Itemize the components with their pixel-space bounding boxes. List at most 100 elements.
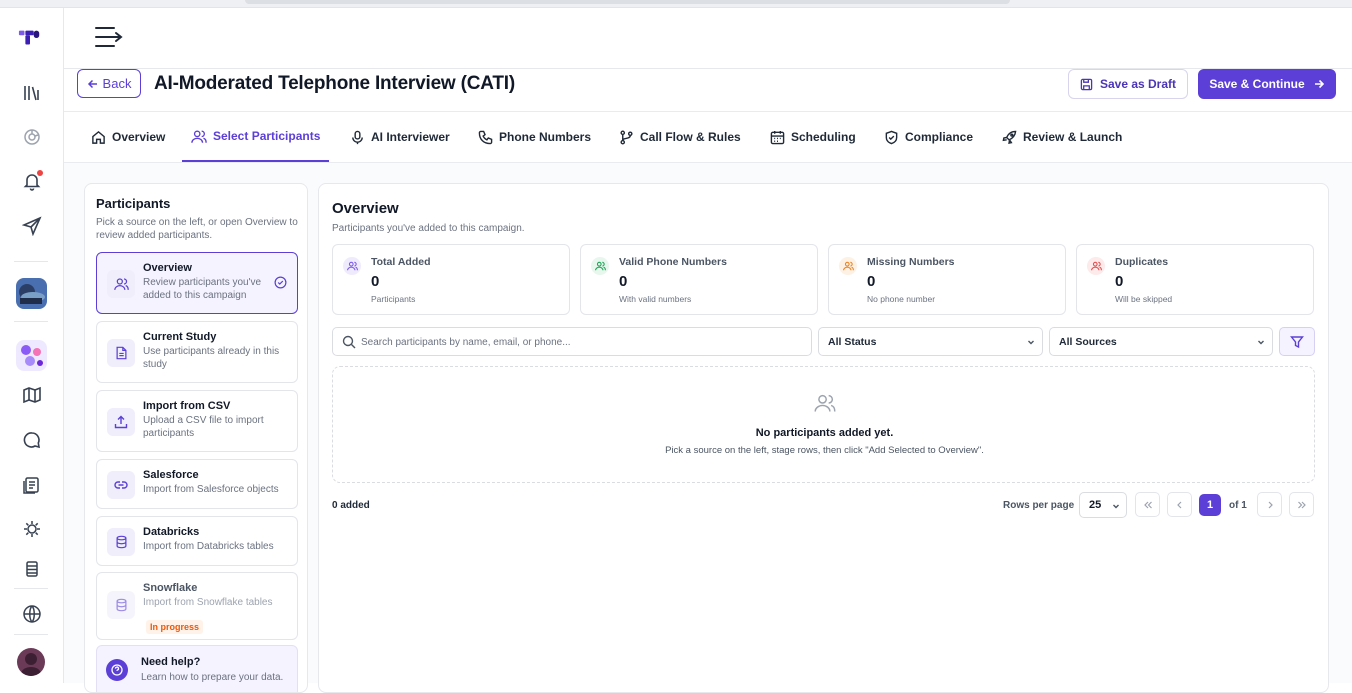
source-filter-value: All Sources <box>1059 335 1117 348</box>
source-databricks[interactable]: Databricks Import from Databricks tables <box>96 516 298 566</box>
chevron-right-icon <box>1268 501 1273 508</box>
tab-call-flow-rules[interactable]: Call Flow & Rules <box>610 112 750 162</box>
chevron-left-icon <box>1176 501 1181 508</box>
main-content: Back AI-Moderated Telephone Interview (C… <box>64 69 1352 693</box>
tab-scheduling[interactable]: Scheduling <box>761 112 865 162</box>
workspace-avatar-2[interactable] <box>16 340 47 371</box>
source-desc: Import from Snowflake tables <box>143 597 273 608</box>
next-page-button[interactable] <box>1257 492 1282 517</box>
source-title: Snowflake <box>143 582 198 594</box>
chart-pie-icon[interactable] <box>20 125 44 149</box>
top-bar <box>64 8 1352 69</box>
page-header: Back AI-Moderated Telephone Interview (C… <box>64 69 1352 112</box>
overview-panel: Overview Participants you've added to th… <box>318 183 1329 693</box>
rail-divider <box>14 261 48 262</box>
database-icon[interactable] <box>20 557 44 581</box>
stat-total-added: Total Added 0 Participants <box>332 244 570 315</box>
tab-label: Select Participants <box>213 129 321 143</box>
source-desc: Use participants already in this study <box>143 346 280 370</box>
empty-state: No participants added yet. Pick a source… <box>332 366 1315 483</box>
stat-label: Valid Phone Numbers <box>619 256 727 268</box>
workspace-avatar-1[interactable] <box>16 278 47 309</box>
save-icon <box>1080 78 1093 90</box>
tab-overview[interactable]: Overview <box>82 112 174 162</box>
globe-icon[interactable] <box>20 602 44 626</box>
send-icon[interactable] <box>20 214 44 238</box>
first-page-button[interactable] <box>1135 492 1160 517</box>
upload-icon <box>107 408 135 436</box>
rows-per-page-label: Rows per page <box>1003 500 1075 511</box>
users-icon <box>343 257 361 275</box>
brand-logo-icon[interactable] <box>18 26 42 50</box>
source-title: Current Study <box>143 331 217 343</box>
app-rail <box>0 8 64 683</box>
last-page-button[interactable] <box>1289 492 1314 517</box>
git-branch-icon <box>620 130 633 144</box>
tab-select-participants[interactable]: Select Participants <box>182 112 330 162</box>
source-import-csv[interactable]: Import from CSV Upload a CSV file to imp… <box>96 390 298 452</box>
overview-subtitle: Participants you've added to this campai… <box>332 223 525 234</box>
ai-settings-icon[interactable] <box>20 517 44 541</box>
tab-phone-numbers[interactable]: Phone Numbers <box>469 112 600 162</box>
stat-label: Missing Numbers <box>867 256 955 268</box>
rows-per-page-select[interactable]: 25 <box>1079 492 1127 518</box>
source-filter-select[interactable]: All Sources <box>1049 327 1273 356</box>
source-current-study[interactable]: Current Study Use participants already i… <box>96 321 298 383</box>
source-title: Salesforce <box>143 469 199 481</box>
tab-ai-interviewer[interactable]: AI Interviewer <box>341 112 459 162</box>
search-input[interactable] <box>361 332 801 352</box>
collapse-menu-icon[interactable] <box>94 24 124 52</box>
participants-title: Participants <box>96 196 171 211</box>
bell-icon[interactable] <box>20 169 44 193</box>
database-icon <box>107 591 135 619</box>
users-icon <box>191 130 207 143</box>
stat-value: 0 <box>1115 273 1124 290</box>
back-label: Back <box>102 76 132 91</box>
tab-label: Phone Numbers <box>499 130 592 144</box>
source-title: Overview <box>143 262 192 274</box>
user-avatar[interactable] <box>17 648 45 676</box>
source-desc: Review participants you've added to this… <box>143 277 262 301</box>
question-icon <box>106 659 128 681</box>
empty-title: No participants added yet. <box>755 427 894 439</box>
save-draft-button[interactable]: Save as Draft <box>1068 69 1188 99</box>
search-icon <box>342 335 356 349</box>
users-icon <box>1087 257 1105 275</box>
save-continue-button[interactable]: Save & Continue <box>1198 69 1336 99</box>
library-icon[interactable] <box>20 81 44 105</box>
chevrons-right-icon <box>1297 501 1306 508</box>
stat-label: Total Added <box>371 256 431 268</box>
source-desc: Upload a CSV file to import participants <box>143 415 264 439</box>
need-help-card[interactable]: Need help? Learn how to prepare your dat… <box>96 645 298 692</box>
users-icon <box>107 270 135 298</box>
map-icon[interactable] <box>20 383 44 407</box>
filter-button[interactable] <box>1279 327 1315 356</box>
stat-value: 0 <box>619 273 628 290</box>
address-bar-edge <box>245 0 1010 4</box>
chevron-down-icon <box>1256 337 1266 347</box>
rocket-icon <box>1002 130 1017 144</box>
documents-icon[interactable] <box>20 473 44 497</box>
tab-label: Compliance <box>905 130 974 144</box>
chat-bubble-icon[interactable] <box>20 428 44 452</box>
save-draft-label: Save as Draft <box>1099 77 1177 91</box>
source-overview[interactable]: Overview Review participants you've adde… <box>96 252 298 314</box>
stat-caption: With valid numbers <box>619 294 692 304</box>
source-snowflake[interactable]: Snowflake Import from Snowflake tables I… <box>96 572 298 640</box>
added-count: 0 added <box>332 500 370 511</box>
chevrons-left-icon <box>1143 501 1152 508</box>
tab-review-launch[interactable]: Review & Launch <box>993 112 1131 162</box>
stat-valid-phone-numbers: Valid Phone Numbers 0 With valid numbers <box>580 244 818 315</box>
check-circle-icon <box>274 276 287 289</box>
rows-per-page-value: 25 <box>1089 499 1102 511</box>
rail-divider <box>14 634 48 635</box>
stat-value: 0 <box>371 273 380 290</box>
tab-compliance[interactable]: Compliance <box>875 112 982 162</box>
save-continue-label: Save & Continue <box>1209 77 1305 91</box>
status-filter-select[interactable]: All Status <box>818 327 1043 356</box>
back-button[interactable]: Back <box>77 69 141 98</box>
prev-page-button[interactable] <box>1167 492 1192 517</box>
source-salesforce[interactable]: Salesforce Import from Salesforce object… <box>96 459 298 509</box>
stat-caption: Will be skipped <box>1115 294 1173 304</box>
current-page-button[interactable]: 1 <box>1199 494 1221 516</box>
